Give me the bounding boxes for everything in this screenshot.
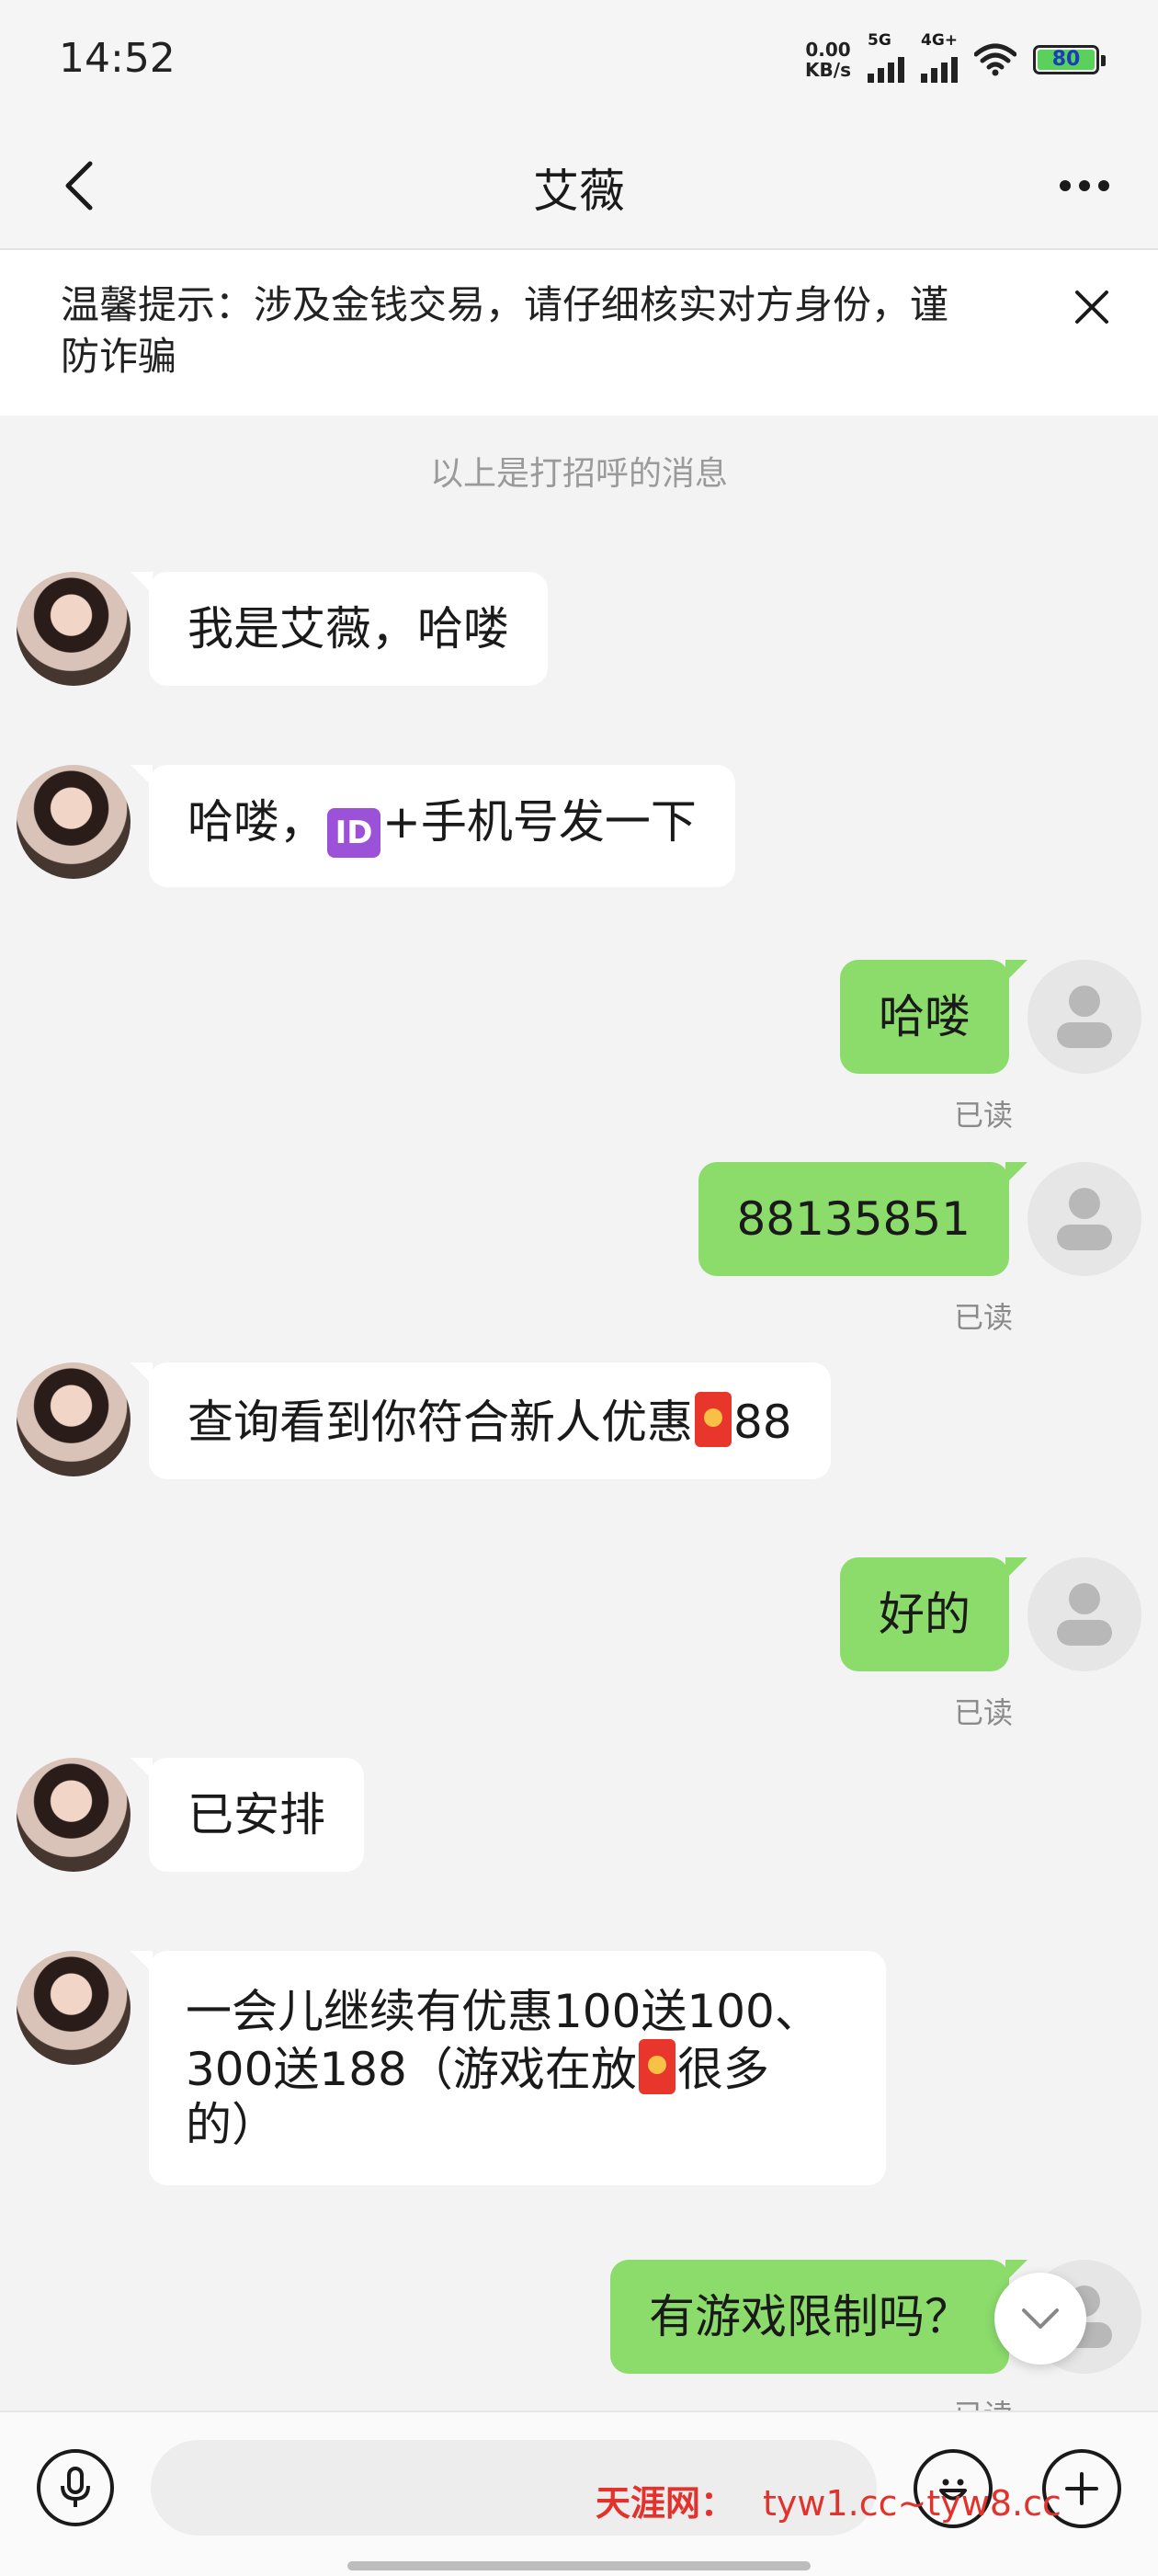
battery-level: 80 bbox=[1038, 50, 1095, 70]
read-status: 已读 bbox=[953, 1300, 1013, 1335]
message-row: 我是艾薇，哈喽 bbox=[0, 572, 1158, 686]
message-row: 哈喽， ID +手机号发一下 bbox=[0, 765, 1158, 887]
message-row: 一会儿继续有优惠100送100、 300送188（游戏在放 很多 的） bbox=[0, 1951, 1158, 2185]
status-time: 14:52 bbox=[59, 35, 176, 82]
message-text: 88 bbox=[733, 1396, 792, 1449]
outgoing-message-bubble[interactable]: 哈喽 bbox=[840, 960, 1027, 1074]
contact-avatar[interactable] bbox=[17, 1758, 131, 1872]
id-emoji-icon: ID bbox=[327, 808, 380, 858]
message-line: 300送188（游戏在放 很多 bbox=[186, 2039, 849, 2097]
message-text: +手机号发一下 bbox=[382, 795, 697, 849]
my-avatar[interactable] bbox=[1027, 1162, 1141, 1276]
signal-5g-label: 5G bbox=[868, 31, 891, 50]
watermark-brand: 天涯网： bbox=[596, 2483, 736, 2524]
contact-avatar[interactable] bbox=[17, 1362, 131, 1476]
plus-icon bbox=[1065, 2472, 1098, 2505]
scroll-to-bottom-button[interactable] bbox=[994, 2273, 1086, 2365]
read-status: 已读 bbox=[954, 2392, 1013, 2411]
outgoing-message-bubble[interactable]: 88135851 bbox=[698, 1162, 1027, 1276]
incoming-message-bubble[interactable]: 哈喽， ID +手机号发一下 bbox=[131, 765, 735, 887]
battery-icon: 80 bbox=[1033, 45, 1106, 74]
signal-4g-label: 4G+ bbox=[921, 31, 959, 50]
read-status: 已读 bbox=[953, 1098, 1013, 1133]
message-row: 查询看到你符合新人优惠 88 bbox=[0, 1362, 1158, 1479]
greeting-divider: 以上是打招呼的消息 bbox=[429, 455, 728, 493]
signal-4g-icon: 4G+ bbox=[921, 31, 958, 83]
message-line: 一会儿继续有优惠100送100、 bbox=[186, 1985, 821, 2038]
incoming-message-bubble[interactable]: 已安排 bbox=[131, 1758, 364, 1872]
red-envelope-icon bbox=[695, 1392, 732, 1447]
more-options-button[interactable] bbox=[1048, 158, 1121, 213]
red-envelope-icon bbox=[638, 2039, 676, 2094]
message-row: 哈喽 已读 bbox=[0, 960, 1158, 1134]
network-speed-value: 0.00 bbox=[805, 39, 851, 61]
chat-header: 艾薇 bbox=[0, 125, 1158, 250]
status-icons: 0.00 KB/s 5G 4G+ 80 bbox=[805, 31, 1106, 83]
fraud-warning-banner: 温馨提示：涉及金钱交易，请仔细核实对方身份，谨防诈骗 bbox=[0, 250, 1158, 416]
network-speed: 0.00 KB/s bbox=[805, 40, 851, 80]
outgoing-message-bubble[interactable]: 好的 bbox=[840, 1557, 1027, 1671]
signal-5g-icon: 5G bbox=[868, 31, 904, 83]
message-line: 的） bbox=[186, 2098, 278, 2151]
my-avatar[interactable] bbox=[1027, 1557, 1141, 1671]
close-icon bbox=[1075, 291, 1108, 324]
home-indicator bbox=[347, 2561, 811, 2570]
read-status: 已读 bbox=[953, 1695, 1013, 1730]
microphone-icon bbox=[61, 2467, 90, 2507]
contact-name: 艾薇 bbox=[533, 165, 625, 218]
watermark-text: tyw1.cc~tyw8.cc bbox=[763, 2483, 1062, 2524]
message-text: 哈喽， bbox=[187, 795, 325, 849]
watermark: 天涯网： tyw1.cc~tyw8.cc bbox=[596, 2475, 1062, 2525]
message-row: 有游戏限制吗？ 已读 bbox=[0, 2260, 1158, 2411]
chevron-down-icon bbox=[1022, 2308, 1059, 2329]
message-text: 查询看到你符合新人优惠 bbox=[187, 1396, 693, 1449]
message-text: 很多 bbox=[676, 2043, 769, 2096]
wifi-icon bbox=[974, 43, 1016, 76]
message-row: 88135851 已读 bbox=[0, 1162, 1158, 1337]
close-warning-button[interactable] bbox=[1072, 287, 1112, 331]
contact-avatar[interactable] bbox=[17, 765, 131, 879]
contact-avatar[interactable] bbox=[17, 1951, 131, 2065]
my-avatar[interactable] bbox=[1027, 960, 1141, 1074]
contact-avatar[interactable] bbox=[17, 572, 131, 686]
outgoing-message-bubble[interactable]: 有游戏限制吗？ bbox=[610, 2260, 1027, 2374]
voice-input-button[interactable] bbox=[37, 2449, 114, 2526]
message-text: 300送188（游戏在放 bbox=[186, 2043, 637, 2096]
more-dots-icon bbox=[1060, 180, 1071, 191]
incoming-message-bubble[interactable]: 一会儿继续有优惠100送100、 300送188（游戏在放 很多 的） bbox=[131, 1951, 886, 2185]
incoming-message-bubble[interactable]: 我是艾薇，哈喽 bbox=[131, 572, 548, 686]
network-speed-unit: KB/s bbox=[805, 59, 851, 81]
message-row: 好的 已读 bbox=[0, 1557, 1158, 1732]
fraud-warning-text: 温馨提示：涉及金钱交易，请仔细核实对方身份，谨防诈骗 bbox=[61, 282, 949, 379]
status-bar: 14:52 0.00 KB/s 5G 4G+ 80 bbox=[0, 0, 1158, 125]
message-row: 已安排 bbox=[0, 1758, 1158, 1872]
incoming-message-bubble[interactable]: 查询看到你符合新人优惠 88 bbox=[131, 1362, 831, 1479]
